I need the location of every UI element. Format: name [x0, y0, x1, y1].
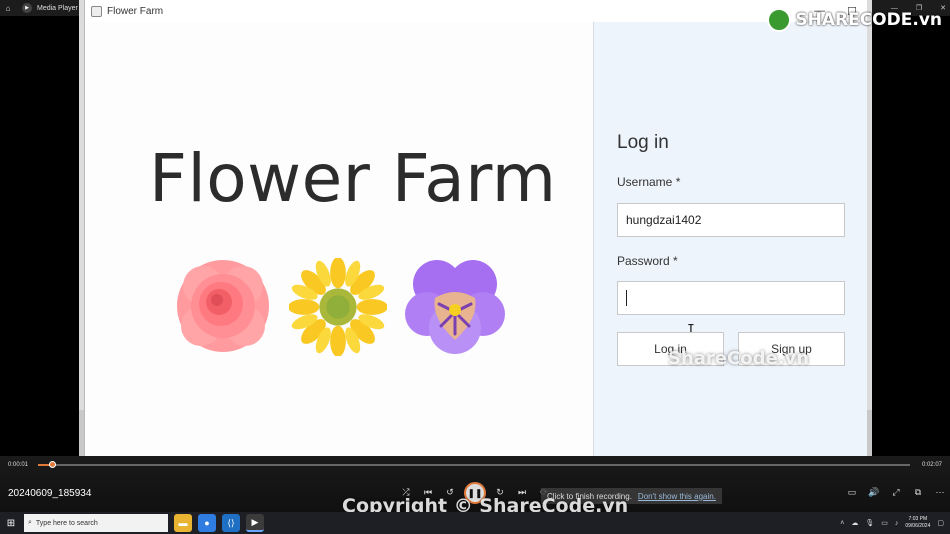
microphone-icon[interactable]: 🎙	[865, 519, 874, 527]
cast-icon[interactable]: ⧉	[911, 487, 925, 498]
username-field[interactable]: hungdzai1402	[617, 203, 845, 237]
screen: ⌂ ▶ Media Player — ❐ ✕ Flower Farm — ☐ F…	[0, 0, 950, 534]
sunflower-icon	[289, 258, 387, 356]
seek-thumb[interactable]	[49, 461, 56, 468]
volume-icon[interactable]: 🔊	[867, 487, 881, 498]
app-window-icon	[91, 5, 102, 17]
total-duration: 0:02:07	[921, 462, 942, 468]
rose-icon	[177, 260, 269, 352]
taskbar-clock[interactable]: 7:03 PM 09/06/2024	[905, 516, 930, 530]
sharecode-watermark-logo: SHARECODE.vn	[767, 8, 942, 32]
file-explorer-icon[interactable]: ▬	[174, 514, 192, 532]
flower-farm-window: Flower Farm — ☐ Flower Farm Log in Usern…	[84, 0, 867, 460]
taskbar-search-placeholder: Type here to search	[35, 519, 98, 527]
login-panel: Log in Username * hungdzai1402 Password …	[593, 22, 867, 460]
windows-taskbar: ⊞ ⌕ Type here to search ▬ ● ⟨⟩ ▶	[0, 512, 950, 534]
dont-show-again-link[interactable]: Don't show this again.	[638, 492, 716, 501]
password-label: Password *	[617, 254, 678, 268]
network-icon[interactable]: ▭	[881, 519, 888, 527]
home-icon[interactable]: ⌂	[0, 4, 16, 13]
search-icon: ⌕	[28, 519, 32, 526]
app-window-title: Flower Farm	[107, 5, 164, 17]
text-caret	[626, 290, 627, 306]
taskbar-date: 09/06/2024	[905, 523, 931, 529]
taskbar-search-box[interactable]: ⌕ Type here to search	[24, 514, 168, 532]
weather-icon[interactable]: ☁	[851, 519, 858, 527]
pansy-icon	[405, 260, 505, 354]
brand-pane: Flower Farm	[85, 22, 593, 460]
miniplayer-icon[interactable]: ▭	[845, 487, 859, 498]
media-player-taskbar-icon[interactable]: ▶	[246, 514, 264, 532]
app-titlebar: Flower Farm — ☐	[85, 0, 867, 22]
more-options-icon[interactable]: ⋯	[933, 487, 947, 498]
chrome-icon[interactable]: ●	[198, 514, 216, 532]
username-label: Username *	[617, 175, 681, 189]
fullscreen-icon[interactable]: ⤢	[889, 487, 903, 498]
vscode-icon[interactable]: ⟨⟩	[222, 514, 240, 532]
elapsed-time: 0:00:01	[8, 462, 29, 468]
tray-chevron-icon[interactable]: ˄	[840, 520, 844, 527]
password-field[interactable]	[617, 281, 845, 315]
sharecode-watermark-middle: ShareCode.vn	[668, 348, 810, 369]
brand-title: Flower Farm	[149, 140, 557, 217]
media-player-logo-icon: ▶	[22, 3, 32, 13]
system-tray: ˄ ☁ 🎙 ▭ ♪ 7:03 PM 09/06/2024 ▢	[840, 512, 944, 534]
media-player-title: Media Player	[37, 4, 78, 12]
video-file-name: 20240609_185934	[8, 488, 92, 499]
notifications-icon[interactable]: ▢	[937, 519, 944, 527]
login-heading: Log in	[617, 132, 669, 153]
taskbar-time: 7:03 PM	[908, 516, 928, 522]
seek-bar[interactable]	[38, 464, 910, 466]
windows-start-icon[interactable]: ⊞	[0, 512, 22, 534]
speaker-icon[interactable]: ♪	[895, 520, 899, 527]
username-value: hungdzai1402	[626, 213, 702, 227]
sharecode-logo-text: SHARECODE.vn	[795, 10, 942, 30]
sharecode-logo-icon	[767, 8, 792, 32]
